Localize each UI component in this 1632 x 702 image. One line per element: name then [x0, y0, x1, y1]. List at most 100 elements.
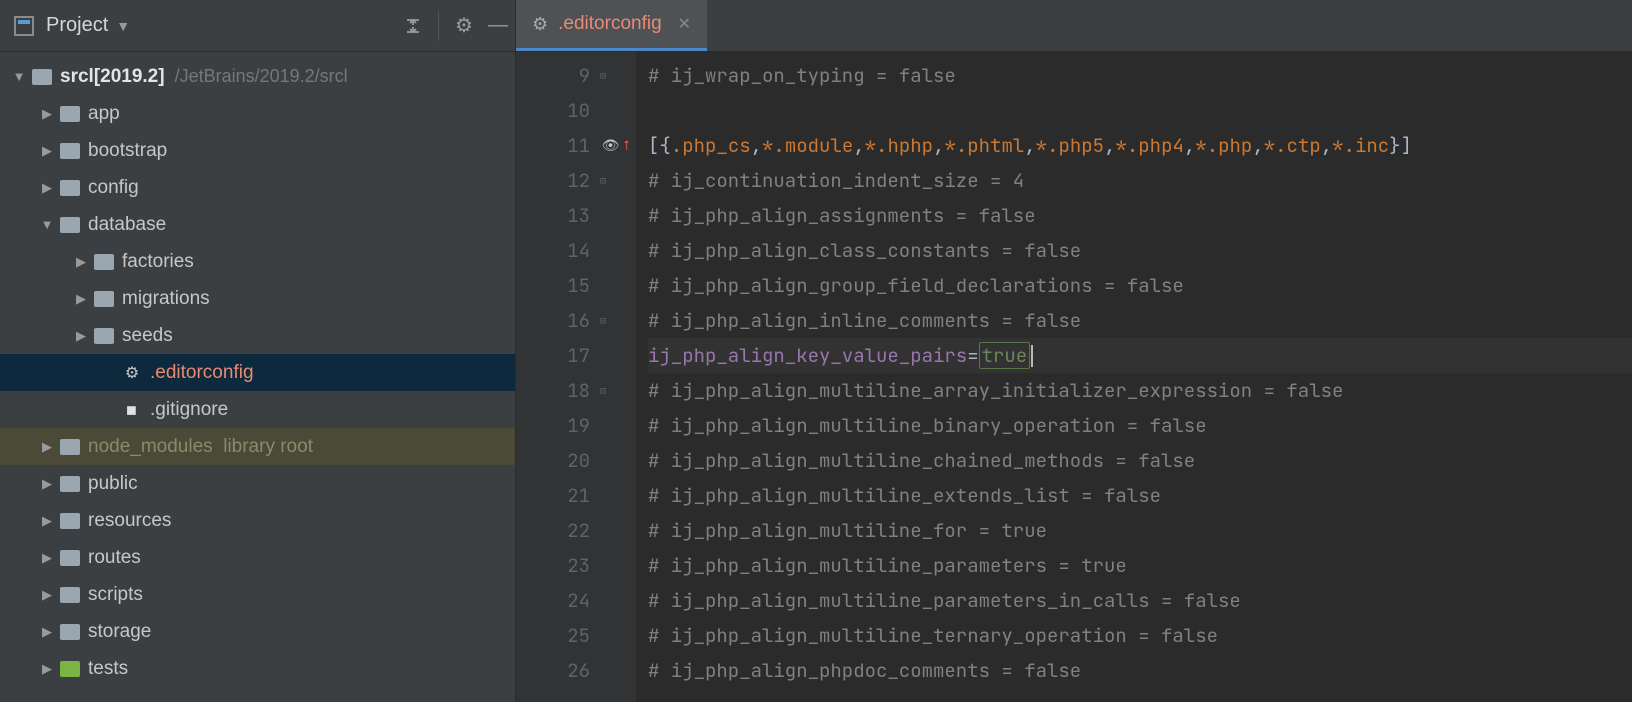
- override-up-icon[interactable]: ⭡: [623, 137, 630, 155]
- gutter-line[interactable]: 14: [516, 233, 636, 268]
- expand-arrow-icon[interactable]: ▶: [38, 106, 56, 122]
- expand-arrow-icon[interactable]: ▶: [38, 439, 56, 455]
- tree-row[interactable]: ▶bootstrap: [0, 132, 515, 169]
- expand-arrow-icon[interactable]: ▶: [38, 624, 56, 640]
- gutter-line[interactable]: 24: [516, 583, 636, 618]
- scroll-from-source-icon[interactable]: [396, 9, 430, 43]
- gutter-line[interactable]: 11👁⭡: [516, 128, 636, 163]
- code-area[interactable]: # ij_wrap_on_typing = false [{.php_cs,*.…: [636, 52, 1632, 702]
- expand-arrow-icon[interactable]: ▶: [72, 291, 90, 307]
- gutter-line[interactable]: 22: [516, 513, 636, 548]
- expand-arrow-icon[interactable]: ▶: [38, 587, 56, 603]
- tree-item-label: database: [88, 214, 166, 236]
- editor-tab-editorconfig[interactable]: ⚙ .editorconfig ✕: [516, 0, 707, 51]
- code-line[interactable]: # ij_php_align_multiline_parameters_in_c…: [648, 583, 1632, 618]
- code-line[interactable]: # ij_php_align_class_constants = false: [648, 233, 1632, 268]
- tree-row[interactable]: ▶⚙.editorconfig: [0, 354, 515, 391]
- eye-icon[interactable]: 👁: [602, 137, 620, 155]
- code-line[interactable]: # ij_php_align_group_field_declarations …: [648, 268, 1632, 303]
- fold-start-icon[interactable]: ⊟: [600, 384, 606, 397]
- tree-row[interactable]: ▼srcl [2019.2]/JetBrains/2019.2/srcl: [0, 58, 515, 95]
- expand-arrow-icon[interactable]: ▶: [72, 254, 90, 270]
- tree-item-label: tests: [88, 658, 128, 680]
- editor[interactable]: 9⊟1011👁⭡12⊟13141516⊟1718⊟192021222324252…: [516, 52, 1632, 702]
- tree-row[interactable]: ▶◆.gitignore: [0, 391, 515, 428]
- tree-root-name: srcl: [60, 66, 94, 88]
- gutter-line[interactable]: 9⊟: [516, 58, 636, 93]
- project-icon: [14, 16, 34, 36]
- gutter-line[interactable]: 20: [516, 443, 636, 478]
- tree-row[interactable]: ▶seeds: [0, 317, 515, 354]
- gutter-line[interactable]: 18⊟: [516, 373, 636, 408]
- code-line[interactable]: # ij_php_align_multiline_ternary_operati…: [648, 618, 1632, 653]
- gutter-line[interactable]: 16⊟: [516, 303, 636, 338]
- tree-item-label: routes: [88, 547, 141, 569]
- code-line[interactable]: # ij_php_align_multiline_chained_methods…: [648, 443, 1632, 478]
- tree-item-label: resources: [88, 510, 171, 532]
- tree-file-label: .gitignore: [150, 399, 228, 421]
- folder-icon: [60, 587, 80, 603]
- tree-row[interactable]: ▶scripts: [0, 576, 515, 613]
- expand-arrow-icon[interactable]: ▼: [38, 217, 56, 232]
- expand-arrow-icon[interactable]: ▶: [38, 476, 56, 492]
- code-line[interactable]: # ij_php_align_assignments = false: [648, 198, 1632, 233]
- tree-row[interactable]: ▶migrations: [0, 280, 515, 317]
- gutter-line[interactable]: 25: [516, 618, 636, 653]
- code-line[interactable]: # ij_php_align_multiline_parameters = tr…: [648, 548, 1632, 583]
- code-line[interactable]: ij_php_align_key_value_pairs = true: [648, 338, 1632, 373]
- code-line[interactable]: [648, 93, 1632, 128]
- code-line[interactable]: # ij_continuation_indent_size = 4: [648, 163, 1632, 198]
- fold-end-icon[interactable]: ⊟: [600, 314, 606, 327]
- gutter-line[interactable]: 13: [516, 198, 636, 233]
- expand-arrow-icon[interactable]: ▶: [38, 513, 56, 529]
- expand-arrow-icon[interactable]: ▶: [38, 143, 56, 159]
- code-line[interactable]: # ij_php_align_multiline_extends_list = …: [648, 478, 1632, 513]
- tree-row[interactable]: ▶config: [0, 169, 515, 206]
- code-line[interactable]: # ij_php_align_multiline_array_initializ…: [648, 373, 1632, 408]
- close-icon[interactable]: ✕: [678, 14, 691, 34]
- tree-row[interactable]: ▶public: [0, 465, 515, 502]
- gutter[interactable]: 9⊟1011👁⭡12⊟13141516⊟1718⊟192021222324252…: [516, 52, 636, 702]
- gutter-line[interactable]: 17: [516, 338, 636, 373]
- tree-row[interactable]: ▶ resources: [0, 502, 515, 539]
- code-line[interactable]: # ij_php_align_phpdoc_comments = false: [648, 653, 1632, 688]
- project-label[interactable]: Project: [46, 14, 108, 37]
- minimize-icon[interactable]: —: [481, 9, 515, 43]
- folder-icon: [60, 661, 80, 677]
- tree-row[interactable]: ▶ routes: [0, 539, 515, 576]
- gutter-line[interactable]: 26: [516, 653, 636, 688]
- folder-icon: [60, 143, 80, 159]
- code-line[interactable]: # ij_wrap_on_typing = false: [648, 58, 1632, 93]
- settings-icon[interactable]: ⚙: [447, 9, 481, 43]
- code-line[interactable]: # ij_php_align_multiline_binary_operatio…: [648, 408, 1632, 443]
- gutter-line[interactable]: 12⊟: [516, 163, 636, 198]
- tree-item-label: node_modules: [88, 436, 213, 458]
- project-tree[interactable]: ▼srcl [2019.2]/JetBrains/2019.2/srcl▶app…: [0, 52, 516, 702]
- gear-icon: ⚙: [532, 14, 548, 35]
- gutter-line[interactable]: 15: [516, 268, 636, 303]
- tree-row[interactable]: ▶ app: [0, 95, 515, 132]
- fold-end-icon[interactable]: ⊟: [600, 69, 606, 82]
- tab-filename: .editorconfig: [558, 13, 662, 35]
- tree-item-label: app: [88, 103, 120, 125]
- expand-arrow-icon[interactable]: ▶: [72, 328, 90, 344]
- tree-row[interactable]: ▶factories: [0, 243, 515, 280]
- expand-arrow-icon[interactable]: ▼: [10, 69, 28, 84]
- tree-row[interactable]: ▶node_modules library root: [0, 428, 515, 465]
- expand-arrow-icon[interactable]: ▶: [38, 180, 56, 196]
- gutter-line[interactable]: 23: [516, 548, 636, 583]
- expand-arrow-icon[interactable]: ▶: [38, 550, 56, 566]
- expand-arrow-icon[interactable]: ▶: [38, 661, 56, 677]
- code-line[interactable]: # ij_php_align_multiline_for = true: [648, 513, 1632, 548]
- gutter-line[interactable]: 19: [516, 408, 636, 443]
- fold-start-icon[interactable]: ⊟: [600, 174, 606, 187]
- tree-row[interactable]: ▶ tests: [0, 650, 515, 687]
- git-icon: ◆: [118, 395, 146, 423]
- tree-row[interactable]: ▼ database: [0, 206, 515, 243]
- code-line[interactable]: # ij_php_align_inline_comments = false: [648, 303, 1632, 338]
- code-line[interactable]: [{.php_cs,*.module,*.hphp,*.phtml,*.php5…: [648, 128, 1632, 163]
- gutter-line[interactable]: 21: [516, 478, 636, 513]
- tree-row[interactable]: ▶storage: [0, 613, 515, 650]
- chevron-down-icon[interactable]: ▼: [116, 18, 130, 34]
- gutter-line[interactable]: 10: [516, 93, 636, 128]
